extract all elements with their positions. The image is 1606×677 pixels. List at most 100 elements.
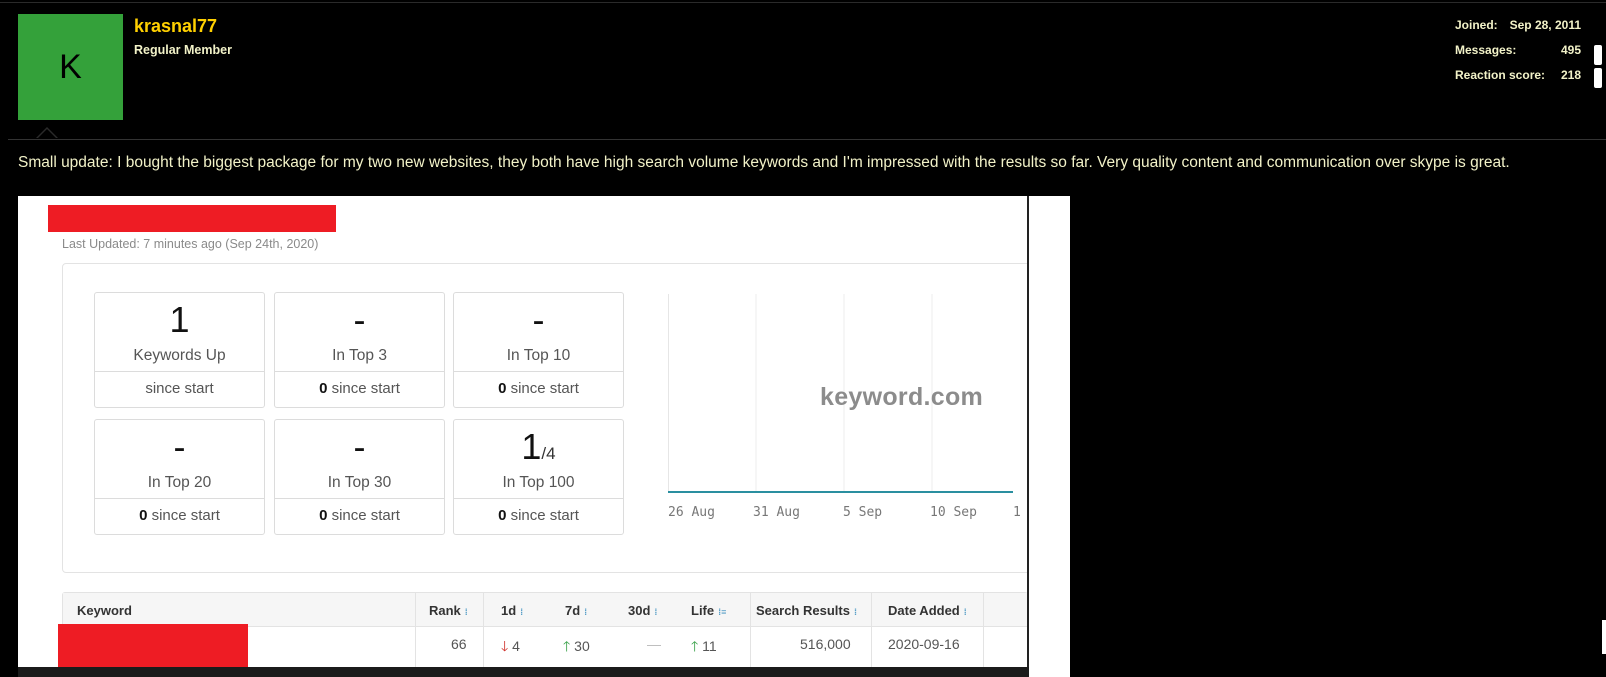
redaction-box: [48, 205, 336, 232]
column-divider: [750, 593, 751, 673]
card-footer-text: since start: [145, 380, 214, 397]
column-header-date-added[interactable]: Date Added ⁞: [888, 603, 967, 618]
card-footer-text: since start: [327, 380, 400, 397]
card-in-top-10: - In Top 10 0 since start: [453, 292, 624, 408]
column-header-7d[interactable]: 7d ⁞: [565, 603, 587, 618]
sort-icon: ⁞: [853, 607, 857, 617]
cell-1d: 🡓 4: [501, 636, 520, 660]
card-value: -: [454, 299, 623, 341]
card-footer: 0 since start: [454, 380, 623, 397]
avatar-letter: K: [59, 47, 82, 86]
sort-icon: ⁞: [963, 607, 967, 617]
card-value: -: [275, 426, 444, 468]
column-divider: [415, 593, 416, 673]
column-header-life[interactable]: Life ⁞≡: [691, 603, 726, 618]
screenshot-bottom-bar: [18, 667, 1029, 677]
card-label: In Top 20: [147, 474, 212, 491]
card-value-sub: /4: [541, 444, 556, 463]
stat-reaction-score: Reaction score: 218: [1455, 68, 1581, 93]
chart-x-tick-label: 26 Aug: [668, 505, 715, 520]
column-header-label: Date Added: [888, 603, 960, 618]
column-divider: [871, 593, 872, 673]
stat-value[interactable]: 218: [1561, 68, 1581, 93]
stat-value: Sep 28, 2011: [1509, 18, 1581, 32]
last-updated-text: Last Updated: 7 minutes ago (Sep 24th, 2…: [62, 237, 319, 251]
column-header-label: 7d: [565, 603, 581, 618]
column-header-label: Search Results: [756, 603, 850, 618]
column-header-label: 30d: [628, 603, 651, 618]
card-value-main: 1: [169, 299, 190, 340]
avatar[interactable]: K: [18, 14, 123, 120]
cell-rank: 66: [451, 636, 467, 652]
chart-x-tick-label: 31 Aug: [753, 505, 800, 520]
sort-icon: ⁞: [464, 607, 468, 617]
card-separator: [454, 498, 623, 499]
cell-date-added: 2020-09-16: [888, 636, 960, 652]
card-keywords-up: 1 Keywords Up since start: [94, 292, 265, 408]
chart-x-tick-label: 1: [1013, 505, 1021, 520]
cell-1d-value: 4: [512, 638, 520, 654]
card-value-main: -: [353, 426, 366, 467]
embedded-screenshot[interactable]: Last Updated: 7 minutes ago (Sep 24th, 2…: [18, 196, 1070, 677]
keyword-com-watermark: keyword.com: [820, 383, 984, 411]
card-footer-text: since start: [506, 380, 579, 397]
card-label: In Top 10: [506, 347, 571, 364]
card-footer: 0 since start: [275, 507, 444, 524]
card-value-main: -: [532, 299, 545, 340]
card-value: 1/4: [454, 426, 623, 468]
table-header: Keyword Rank ⁞ 1d ⁞ 7d ⁞ 30d ⁞ Life ⁞≡ Search…: [63, 593, 1027, 627]
card-footer: 0 since start: [275, 380, 444, 397]
card-in-top-30: - In Top 30 0 since start: [274, 419, 445, 535]
card-footer: 0 since start: [95, 507, 264, 524]
cell-life-value: 11: [702, 638, 717, 654]
card-footer: since start: [95, 380, 264, 397]
sort-icon: ⁞: [654, 607, 658, 617]
card-footer-text: since start: [506, 507, 579, 524]
card-in-top-20: - In Top 20 0 since start: [94, 419, 265, 535]
column-header-keyword[interactable]: Keyword: [77, 603, 132, 618]
avatar-pointer-inner: [38, 129, 56, 138]
cell-7d: 🡑 30: [563, 636, 590, 660]
card-separator: [275, 498, 444, 499]
card-in-top-3: - In Top 3 0 since start: [274, 292, 445, 408]
arrow-up-icon: 🡑: [691, 638, 699, 654]
scrollbar-marker[interactable]: [1594, 68, 1602, 88]
cell-life: 🡑 11: [691, 636, 717, 660]
column-header-label: Rank: [429, 603, 461, 618]
column-header-30d[interactable]: 30d ⁞: [628, 603, 657, 618]
screenshot-padding: [1029, 196, 1070, 677]
user-stats: Joined: Sep 28, 2011 Messages: 495 React…: [1455, 18, 1581, 93]
column-header-label: Life: [691, 603, 715, 618]
sort-icon: ⁞: [584, 607, 588, 617]
card-footer: 0 since start: [454, 507, 623, 524]
user-title: Regular Member: [134, 43, 232, 57]
stat-label: Messages:: [1455, 43, 1517, 57]
cell-7d-value: 30: [574, 638, 590, 654]
post-message: Small update: I bought the biggest packa…: [18, 154, 1510, 171]
card-label: Keywords Up: [133, 347, 226, 364]
stat-label: Reaction score:: [1455, 68, 1546, 82]
sort-icon: ⁞: [520, 607, 524, 617]
card-separator: [95, 498, 264, 499]
column-divider: [983, 593, 984, 673]
cell-search-results: 516,000: [800, 636, 851, 652]
username-link[interactable]: krasnal77: [134, 16, 217, 37]
column-header-search-results[interactable]: Search Results ⁞: [756, 603, 857, 618]
top-border: [0, 2, 1606, 3]
column-header-1d[interactable]: 1d ⁞: [501, 603, 523, 618]
scrollbar-marker[interactable]: [1594, 45, 1602, 65]
stat-value[interactable]: 495: [1561, 43, 1581, 68]
column-divider: [483, 593, 484, 673]
redaction-box: [58, 624, 248, 667]
column-header-rank[interactable]: Rank ⁞: [429, 603, 468, 618]
card-label: In Top 3: [332, 347, 387, 364]
arrow-up-icon: 🡑: [563, 638, 571, 654]
scrollbar-thumb[interactable]: [1602, 620, 1606, 654]
sort-icon: ⁞≡: [718, 607, 727, 617]
card-separator: [275, 371, 444, 372]
card-value: -: [275, 299, 444, 341]
column-header-label: 1d: [501, 603, 517, 618]
card-label: In Top 100: [502, 474, 575, 491]
card-value-main: 1: [521, 426, 542, 467]
arrow-down-icon: 🡓: [501, 638, 509, 654]
